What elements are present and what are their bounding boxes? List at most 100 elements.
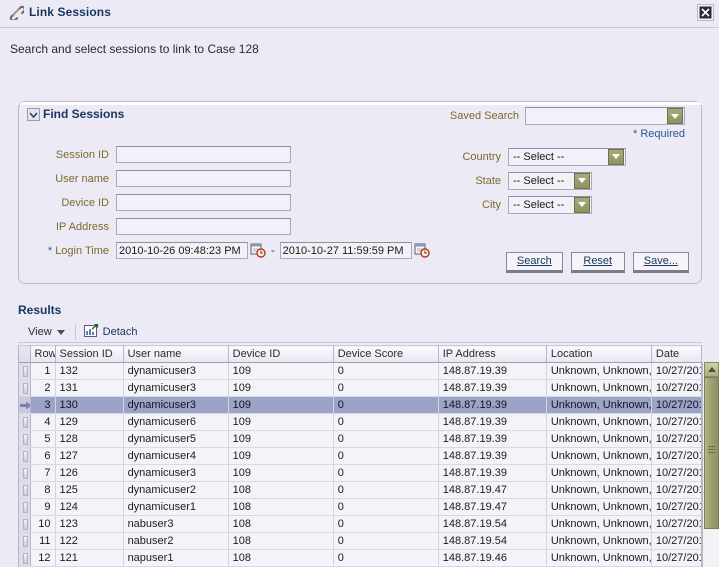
- close-icon[interactable]: [697, 4, 714, 21]
- row-gutter-cell[interactable]: [19, 430, 31, 448]
- cell-ip-address[interactable]: 148.87.19.54: [438, 532, 547, 550]
- cell-device-id[interactable]: 108: [228, 498, 334, 516]
- cell-device-score[interactable]: 0: [333, 413, 439, 431]
- cell-ip-address[interactable]: 148.87.19.39: [438, 413, 547, 431]
- row-gutter-cell[interactable]: [19, 481, 31, 499]
- table-row[interactable]: 5 128 dynamicuser5 109 0 148.87.19.39 Unknown,…: [19, 430, 701, 448]
- state-select[interactable]: -- Select --: [508, 171, 592, 190]
- cell-ip-address[interactable]: 148.87.19.39: [438, 447, 547, 465]
- cell-location[interactable]: Unknown, Unknown,: [546, 549, 652, 567]
- cell-device-score[interactable]: 0: [333, 362, 439, 380]
- cell-location[interactable]: Unknown, Unknown,: [546, 498, 652, 516]
- cell-session-id[interactable]: 130: [55, 396, 124, 414]
- table-row[interactable]: 7 126 dynamicuser3 109 0 148.87.19.39 Unknown,…: [19, 464, 701, 482]
- cell-device-id[interactable]: 109: [228, 396, 334, 414]
- cell-session-id[interactable]: 123: [55, 515, 124, 533]
- results-vertical-scrollbar[interactable]: [702, 362, 719, 567]
- chevron-down-icon[interactable]: [574, 172, 590, 189]
- column-header-date[interactable]: Date: [651, 345, 701, 363]
- column-header-device-id[interactable]: Device ID: [228, 345, 334, 363]
- calendar-clock-icon[interactable]: [250, 243, 266, 258]
- device-id-input[interactable]: [116, 194, 291, 211]
- cell-device-score[interactable]: 0: [333, 464, 439, 482]
- scroll-up-icon[interactable]: [704, 362, 719, 377]
- cell-date[interactable]: 10/27/2010: [651, 549, 701, 567]
- country-select[interactable]: -- Select --: [508, 147, 626, 166]
- column-header-session-id[interactable]: Session ID: [55, 345, 124, 363]
- cell-device-id[interactable]: 109: [228, 430, 334, 448]
- cell-device-id[interactable]: 109: [228, 379, 334, 397]
- row-gutter-cell[interactable]: [19, 515, 31, 533]
- cell-device-score[interactable]: 0: [333, 481, 439, 499]
- cell-session-id[interactable]: 129: [55, 413, 124, 431]
- cell-location[interactable]: Unknown, Unknown,: [546, 396, 652, 414]
- cell-device-id[interactable]: 108: [228, 481, 334, 499]
- cell-device-score[interactable]: 0: [333, 447, 439, 465]
- session-id-input[interactable]: [116, 146, 291, 163]
- cell-ip-address[interactable]: 148.87.19.39: [438, 430, 547, 448]
- cell-device-score[interactable]: 0: [333, 498, 439, 516]
- ip-address-input[interactable]: [116, 218, 291, 235]
- cell-session-id[interactable]: 124: [55, 498, 124, 516]
- chevron-down-icon[interactable]: [27, 107, 40, 121]
- row-gutter-cell[interactable]: [19, 498, 31, 516]
- cell-user-name[interactable]: dynamicuser3: [123, 379, 229, 397]
- cell-device-score[interactable]: 0: [333, 549, 439, 567]
- cell-session-id[interactable]: 126: [55, 464, 124, 482]
- table-row[interactable]: 12 121 napuser1 108 0 148.87.19.46 Unknown, Un…: [19, 549, 701, 567]
- cell-date[interactable]: 10/27/2010: [651, 362, 701, 380]
- user-name-input[interactable]: [116, 170, 291, 187]
- column-header-device-score[interactable]: Device Score: [333, 345, 439, 363]
- cell-date[interactable]: 10/27/2010: [651, 379, 701, 397]
- reset-button[interactable]: Reset: [570, 252, 625, 273]
- cell-location[interactable]: Unknown, Unknown,: [546, 447, 652, 465]
- cell-user-name[interactable]: dynamicuser4: [123, 447, 229, 465]
- cell-device-id[interactable]: 108: [228, 515, 334, 533]
- cell-session-id[interactable]: 131: [55, 379, 124, 397]
- cell-location[interactable]: Unknown, Unknown,: [546, 362, 652, 380]
- cell-user-name[interactable]: dynamicuser6: [123, 413, 229, 431]
- cell-session-id[interactable]: 128: [55, 430, 124, 448]
- cell-ip-address[interactable]: 148.87.19.39: [438, 362, 547, 380]
- table-row[interactable]: 9 124 dynamicuser1 108 0 148.87.19.47 Unknown,…: [19, 498, 701, 516]
- cell-ip-address[interactable]: 148.87.19.54: [438, 515, 547, 533]
- cell-location[interactable]: Unknown, Unknown,: [546, 430, 652, 448]
- row-gutter-cell[interactable]: [19, 447, 31, 465]
- cell-device-id[interactable]: 109: [228, 413, 334, 431]
- scrollbar-track[interactable]: [704, 529, 719, 567]
- view-menu-button[interactable]: View: [18, 322, 73, 342]
- login-time-from-input[interactable]: [116, 242, 248, 259]
- scrollbar-thumb[interactable]: [704, 377, 719, 529]
- cell-date[interactable]: 10/27/2010: [651, 532, 701, 550]
- cell-device-score[interactable]: 0: [333, 379, 439, 397]
- row-gutter-cell[interactable]: [19, 396, 31, 414]
- table-row[interactable]: 4 129 dynamicuser6 109 0 148.87.19.39 Unknown,…: [19, 413, 701, 431]
- cell-user-name[interactable]: dynamicuser1: [123, 498, 229, 516]
- detach-button[interactable]: Detach: [78, 322, 144, 342]
- table-row[interactable]: 11 122 nabuser2 108 0 148.87.19.54 Unknown, Un…: [19, 532, 701, 550]
- cell-user-name[interactable]: dynamicuser3: [123, 362, 229, 380]
- table-row[interactable]: 2 131 dynamicuser3 109 0 148.87.19.39 Unknown,…: [19, 379, 701, 397]
- cell-location[interactable]: Unknown, Unknown,: [546, 413, 652, 431]
- cell-date[interactable]: 10/27/2010: [651, 447, 701, 465]
- cell-date[interactable]: 10/27/2010: [651, 430, 701, 448]
- cell-date[interactable]: 10/27/2010: [651, 481, 701, 499]
- cell-date[interactable]: 10/27/2010: [651, 396, 701, 414]
- cell-ip-address[interactable]: 148.87.19.47: [438, 498, 547, 516]
- cell-location[interactable]: Unknown, Unknown,: [546, 481, 652, 499]
- cell-user-name[interactable]: dynamicuser3: [123, 464, 229, 482]
- saved-search-select[interactable]: [525, 107, 685, 125]
- table-row[interactable]: 3 130 dynamicuser3 109 0 148.87.19.39 Unknown,…: [19, 396, 701, 414]
- cell-user-name[interactable]: dynamicuser3: [123, 396, 229, 414]
- cell-session-id[interactable]: 121: [55, 549, 124, 567]
- cell-device-id[interactable]: 108: [228, 532, 334, 550]
- cell-device-id[interactable]: 109: [228, 464, 334, 482]
- cell-user-name[interactable]: dynamicuser2: [123, 481, 229, 499]
- column-header-ip-address[interactable]: IP Address: [438, 345, 547, 363]
- cell-date[interactable]: 10/27/2010: [651, 515, 701, 533]
- cell-ip-address[interactable]: 148.87.19.46: [438, 549, 547, 567]
- column-header-location[interactable]: Location: [546, 345, 652, 363]
- row-gutter-cell[interactable]: [19, 413, 31, 431]
- table-row[interactable]: 1 132 dynamicuser3 109 0 148.87.19.39 Unknown,…: [19, 362, 701, 380]
- chevron-down-icon[interactable]: [667, 108, 683, 124]
